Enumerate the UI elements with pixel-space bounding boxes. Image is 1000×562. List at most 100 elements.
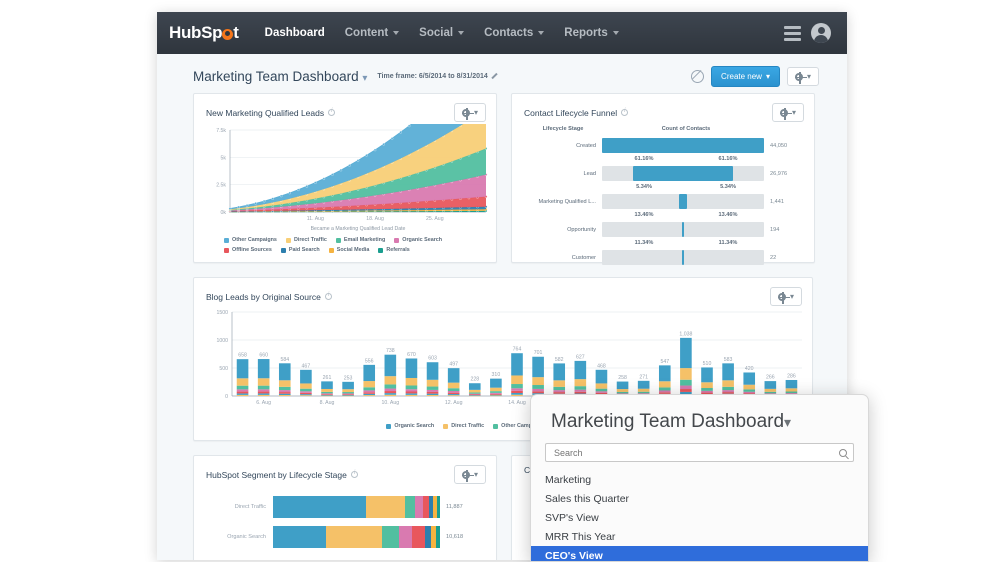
search-input[interactable] <box>552 446 839 459</box>
funnel-stage-label: Opportunity <box>567 226 596 233</box>
segment-slice <box>404 496 416 518</box>
dashboard-settings-button[interactable]: ▾ <box>786 67 819 86</box>
chevron-down-icon: ▾ <box>806 72 811 81</box>
funnel-conversion-label: 5.34% <box>720 184 736 190</box>
dashboard-list: Marketing Sales this Quarter SVP's View MRR… <box>531 470 868 561</box>
hubspot-logo[interactable]: HubSp t <box>169 23 239 43</box>
legend-swatch <box>280 247 286 253</box>
info-icon[interactable] <box>350 470 358 478</box>
x-axis-title: Became a Marketing Qualified Lead Date <box>311 226 406 232</box>
funnel-bar <box>633 166 733 181</box>
funnel-conversion-label: 61.16% <box>718 156 738 162</box>
dashboard-list-item[interactable]: MRR This Year <box>531 527 868 546</box>
legend-swatch <box>386 423 392 429</box>
funnel-body: Created 44,050 61.16% 61.16% Lead 26,976 5.34%… <box>512 136 814 267</box>
funnel-value: 44,050 <box>770 142 788 149</box>
legend-label: Referrals <box>386 247 410 253</box>
segment-stack <box>273 526 440 548</box>
card-header: Contact Lifecycle Funnel ▾ <box>512 94 814 124</box>
svg-text:286: 286 <box>787 373 796 379</box>
legend-item[interactable]: Organic Search <box>386 423 434 429</box>
svg-text:603: 603 <box>428 356 437 362</box>
chevron-down-icon: ▾ <box>362 73 368 84</box>
card-menu-button[interactable]: ▾ <box>771 103 804 122</box>
search-field[interactable] <box>545 443 854 462</box>
funnel-row[interactable]: Created 44,050 <box>512 136 814 155</box>
y-axis-ticks: 0 500 1000 1500 <box>216 310 228 400</box>
card-new-marketing-qualified-leads: New Marketing Qualified Leads ▾ 0k 2.5k 5k… <box>193 93 497 263</box>
legend-swatch <box>285 237 291 243</box>
legend-item[interactable]: Email Marketing <box>335 237 385 243</box>
legend-item[interactable]: Referrals <box>378 247 410 253</box>
dashboard-list-item[interactable]: Sales this Quarter <box>531 489 868 508</box>
svg-text:582: 582 <box>555 357 564 363</box>
info-icon[interactable] <box>621 108 629 116</box>
svg-text:584: 584 <box>280 357 289 363</box>
funnel-col-stage: Lifecycle Stage <box>542 126 584 132</box>
no-entry-icon[interactable] <box>691 70 705 83</box>
nav-item-social[interactable]: Social <box>419 27 465 39</box>
legend-item[interactable]: Direct Traffic <box>285 237 327 243</box>
time-frame[interactable]: Time frame: 6/5/2014 to 8/31/2014 <box>377 73 497 80</box>
segment-row[interactable]: Direct Traffic 11,887 <box>194 492 496 522</box>
dashboard-list-item[interactable]: Marketing <box>531 470 868 489</box>
card-menu-button[interactable]: ▾ <box>453 465 486 484</box>
legend-item[interactable]: Direct Traffic <box>443 423 484 429</box>
svg-text:660: 660 <box>259 353 268 359</box>
nav-item-dashboard[interactable]: Dashboard <box>265 27 325 39</box>
svg-text:510: 510 <box>703 361 712 367</box>
segment-row[interactable]: Organic Search 10,618 <box>194 522 496 552</box>
legend-item[interactable]: Paid Search <box>280 247 320 253</box>
legend-item[interactable]: Social Media <box>328 247 369 253</box>
overlay-title[interactable]: Marketing Team Dashboard▾ <box>531 395 868 433</box>
card-title: HubSpot Segment by Lifecycle Stage <box>206 469 347 480</box>
svg-text:10. Aug: 10. Aug <box>382 400 400 406</box>
funnel-bar <box>602 138 764 153</box>
legend-item[interactable]: Other Campaigns <box>224 237 277 243</box>
segment-slice <box>273 526 326 548</box>
card-header: Blog Leads by Original Source ▾ <box>194 278 812 308</box>
funnel-conversion-label: 11.34% <box>718 240 738 246</box>
funnel-bar <box>678 194 688 209</box>
nav-item-reports[interactable]: Reports <box>564 27 619 39</box>
dashboard-list-item[interactable]: SVP's View <box>531 508 868 527</box>
funnel-row[interactable]: Customer 22 <box>512 248 814 267</box>
funnel-value: 194 <box>770 226 780 233</box>
chart-legend-mql: Other Campaigns Direct Traffic Email Marke… <box>194 234 496 261</box>
create-new-button[interactable]: Create new ▾ <box>711 66 780 87</box>
search-icon[interactable] <box>839 448 847 457</box>
svg-text:764: 764 <box>513 347 522 353</box>
bar-series-group: 658 660 584 467 261 253 556 738 670 603 497 228 310 7… <box>236 331 798 397</box>
funnel-row[interactable]: Lead 26,976 <box>512 164 814 183</box>
info-icon[interactable] <box>328 108 336 116</box>
svg-text:658: 658 <box>238 353 247 359</box>
hamburger-icon[interactable] <box>784 25 801 41</box>
funnel-conversion-label: 11.34% <box>634 240 654 246</box>
info-icon[interactable] <box>324 292 332 300</box>
nav-item-content[interactable]: Content <box>345 27 400 39</box>
funnel-conversion-row: 13.46% 13.46% <box>512 211 814 220</box>
page-title[interactable]: Marketing Team Dashboard ▾ <box>193 69 367 84</box>
top-navigation-bar: HubSp t Dashboard Content Social Contacts… <box>157 12 847 54</box>
nav-item-contacts[interactable]: Contacts <box>484 27 545 39</box>
funnel-conversion-label: 13.46% <box>718 212 738 218</box>
x-axis-ticks: 11. Aug 18. Aug 25. Aug <box>307 216 444 222</box>
card-title: Contact Lifecycle Funnel <box>524 107 618 118</box>
chevron-down-icon: ▾ <box>473 108 478 117</box>
card-menu-button[interactable]: ▾ <box>453 103 486 122</box>
svg-text:420: 420 <box>745 366 754 372</box>
card-menu-button[interactable]: ▾ <box>769 287 802 306</box>
svg-text:627: 627 <box>576 354 585 360</box>
pencil-icon[interactable] <box>491 73 498 80</box>
legend-item[interactable]: Organic Search <box>394 237 442 243</box>
card-contact-lifecycle-funnel: Contact Lifecycle Funnel ▾ Lifecycle Sta… <box>511 93 815 265</box>
funnel-row[interactable]: Marketing Qualified L... 1,441 <box>512 192 814 211</box>
legend-item[interactable]: Offline Sources <box>224 247 272 253</box>
svg-text:258: 258 <box>618 375 627 381</box>
funnel-track <box>602 194 764 209</box>
svg-text:556: 556 <box>365 358 374 364</box>
user-avatar-icon[interactable] <box>811 23 831 43</box>
funnel-row[interactable]: Opportunity 194 <box>512 220 814 239</box>
time-frame-label: Time frame: 6/5/2014 to 8/31/2014 <box>377 73 488 80</box>
chevron-down-icon: ▾ <box>791 108 796 117</box>
